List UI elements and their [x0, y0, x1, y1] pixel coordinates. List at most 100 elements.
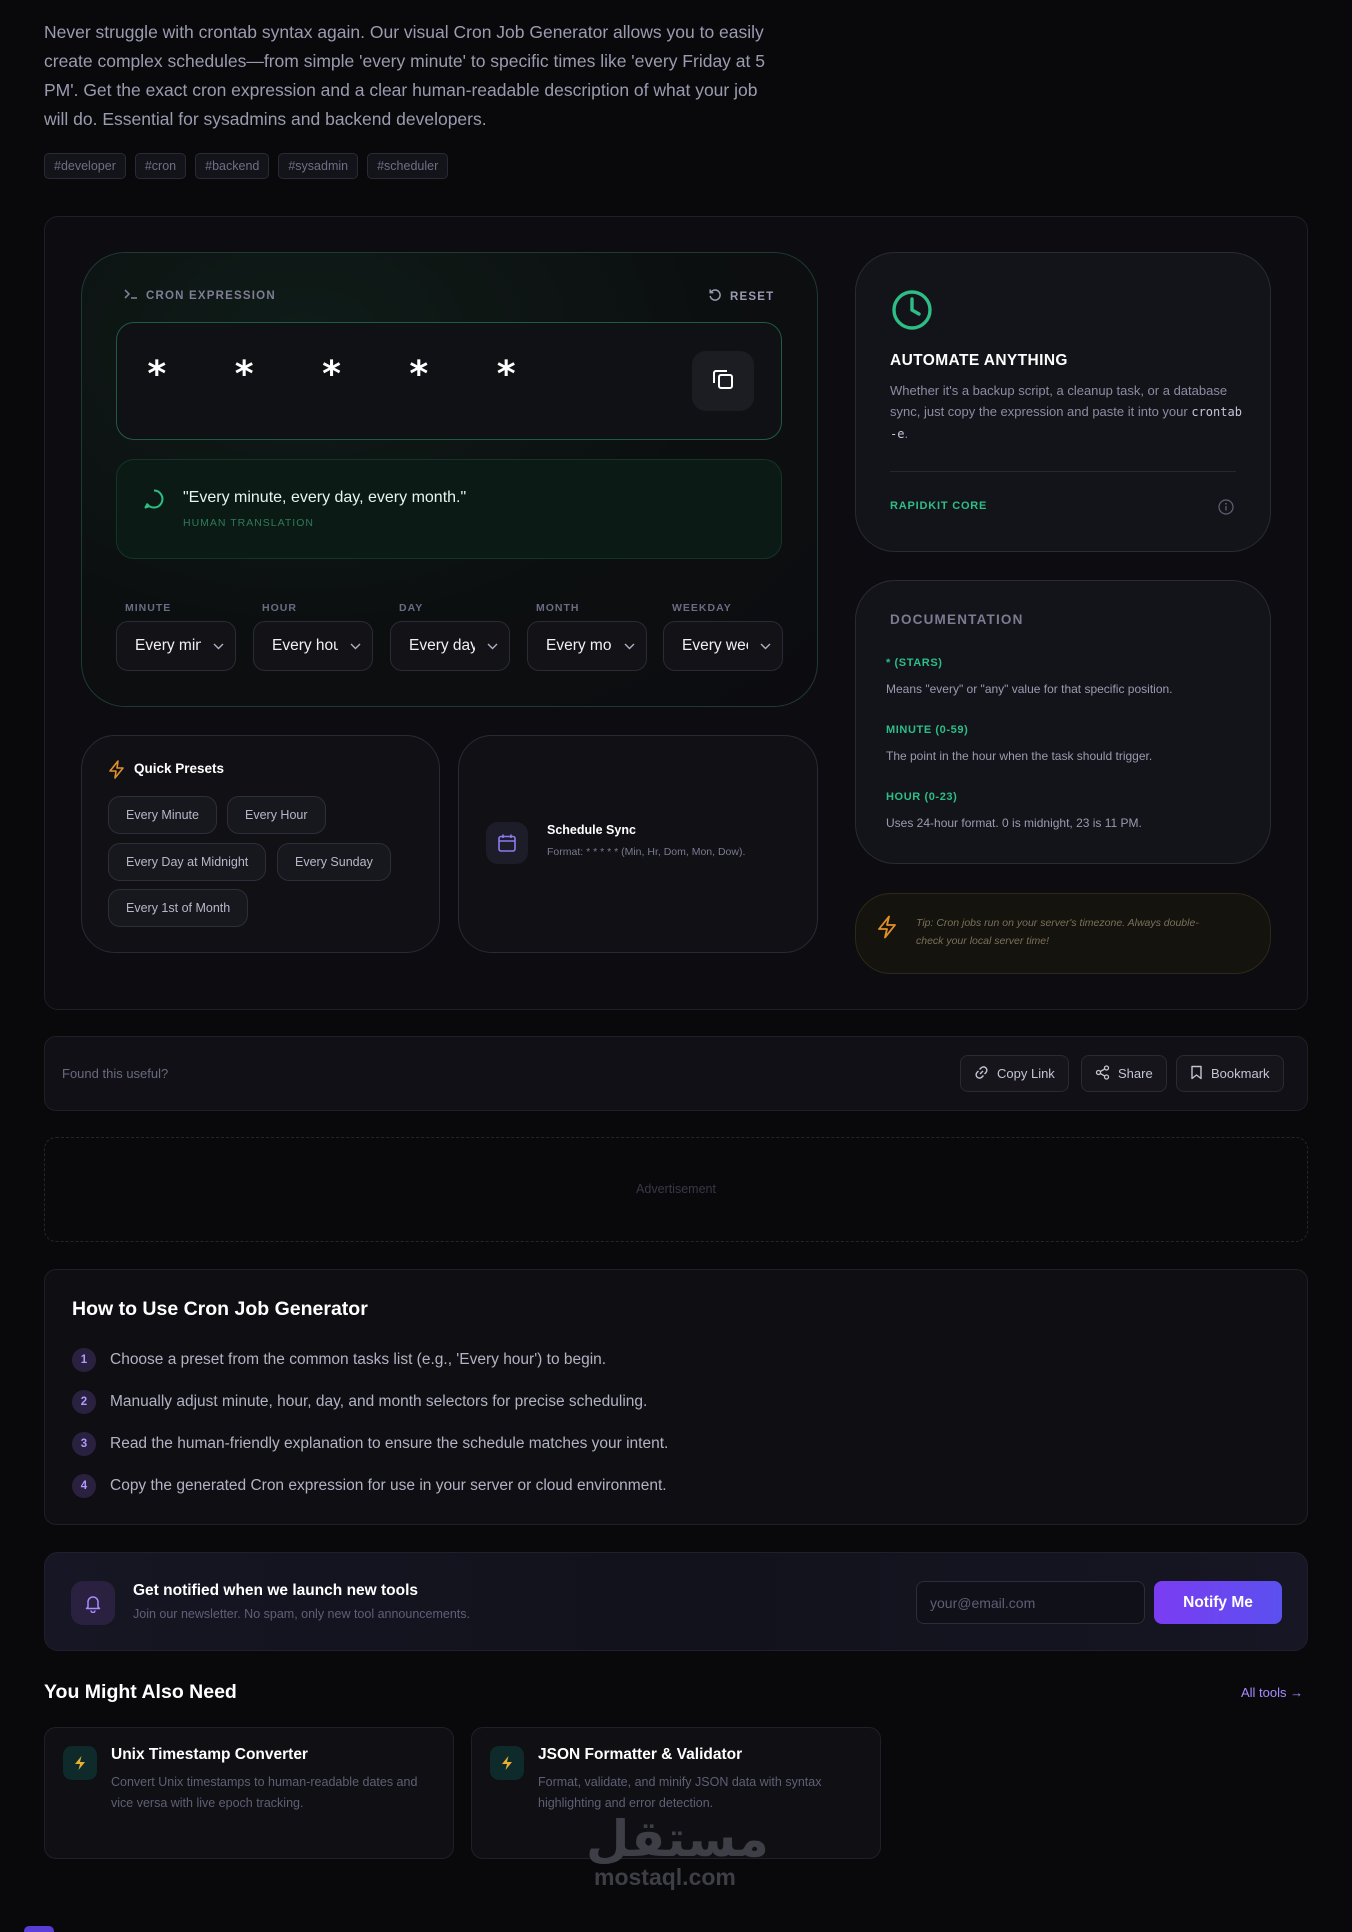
related-tools-title: You Might Also Need: [44, 1681, 237, 1703]
chevron-down-icon: [760, 637, 771, 655]
preset-every-minute[interactable]: Every Minute: [108, 796, 217, 834]
step-number: 1: [72, 1348, 96, 1372]
schedule-sync-format: Format: * * * * * (Min, Hr, Dom, Mon, Do…: [547, 846, 746, 858]
terminal-icon: [124, 288, 138, 303]
divider: [890, 471, 1236, 472]
tag-developer[interactable]: #developer: [44, 153, 126, 179]
watermark-logo: مستقل: [586, 1811, 769, 1867]
copy-icon: [710, 366, 736, 397]
chevron-down-icon: [487, 637, 498, 655]
how-to-step: 3 Read the human-friendly explanation to…: [72, 1432, 668, 1456]
step-text: Copy the generated Cron expression for u…: [110, 1477, 667, 1494]
weekday-label: WEEKDAY: [672, 602, 732, 614]
hour-select[interactable]: Every hour: [253, 621, 373, 671]
chevron-down-icon: [624, 637, 635, 655]
preset-every-1st-month[interactable]: Every 1st of Month: [108, 889, 249, 927]
share-label: Share: [1118, 1066, 1153, 1081]
how-to-step: 2 Manually adjust minute, hour, day, and…: [72, 1390, 647, 1414]
minute-label: MINUTE: [125, 602, 172, 614]
hour-select-value: Every hour: [272, 637, 338, 654]
reset-button[interactable]: RESET: [708, 288, 774, 305]
bookmark-icon: [1190, 1065, 1203, 1083]
related-tool-name: JSON Formatter & Validator: [538, 1746, 743, 1763]
tag-cron[interactable]: #cron: [134, 153, 187, 179]
related-tool-description: Format, validate, and minify JSON data w…: [538, 1775, 822, 1810]
scroll-indicator: [24, 1926, 54, 1932]
copy-expression-button[interactable]: [692, 351, 754, 411]
share-icon: [1095, 1064, 1110, 1083]
tag-backend[interactable]: #backend: [195, 153, 270, 179]
share-button[interactable]: Share: [1081, 1055, 1167, 1092]
step-number: 2: [72, 1390, 96, 1414]
weekday-select[interactable]: Every weekday: [663, 621, 783, 671]
rapidkit-core-label: RAPIDKIT CORE: [890, 500, 988, 512]
copy-link-label: Copy Link: [997, 1066, 1055, 1081]
automate-title: AUTOMATE ANYTHING: [890, 352, 1068, 369]
doc-minute-heading: MINUTE (0-59): [886, 724, 969, 736]
tag-list: #developer #cron #backend #sysadmin #sch…: [44, 153, 449, 179]
reset-label: RESET: [730, 290, 775, 303]
month-select-value: Every month: [546, 637, 612, 654]
advertisement-label: Advertisement: [636, 1182, 716, 1196]
tag-sysadmin[interactable]: #sysadmin: [278, 153, 359, 179]
human-translation-panel: [116, 459, 782, 559]
tip-text: Tip: Cron jobs run on your server's time…: [916, 917, 1199, 947]
day-select-value: Every day: [409, 637, 475, 654]
quick-presets-title: Quick Presets: [134, 761, 225, 776]
bookmark-button[interactable]: Bookmark: [1176, 1055, 1284, 1092]
related-tool-description: Convert Unix timestamps to human-readabl…: [111, 1775, 418, 1810]
how-to-title: How to Use Cron Job Generator: [72, 1298, 368, 1320]
calendar-icon: [486, 822, 528, 864]
doc-minute-text: The point in the hour when the task shou…: [886, 749, 1153, 763]
month-select[interactable]: Every month: [527, 621, 647, 671]
how-to-step: 4 Copy the generated Cron expression for…: [72, 1474, 667, 1498]
doc-hour-heading: HOUR (0-23): [886, 791, 958, 803]
copy-link-button[interactable]: Copy Link: [960, 1055, 1069, 1092]
human-translation-text: "Every minute, every day, every month.": [183, 489, 467, 506]
day-label: DAY: [399, 602, 424, 614]
lightning-icon: [108, 760, 125, 784]
info-icon[interactable]: [1218, 499, 1234, 520]
day-select[interactable]: Every day: [390, 621, 510, 671]
lightning-icon: [63, 1746, 97, 1780]
chat-bubble-icon: [142, 487, 166, 516]
preset-every-day-midnight[interactable]: Every Day at Midnight: [108, 843, 267, 881]
preset-every-hour[interactable]: Every Hour: [227, 796, 326, 834]
link-icon: [974, 1065, 989, 1083]
cron-expression-header: CRON EXPRESSION: [124, 288, 276, 303]
bell-icon: [71, 1581, 115, 1625]
step-text: Manually adjust minute, hour, day, and m…: [110, 1393, 648, 1410]
email-field[interactable]: [916, 1581, 1145, 1624]
step-number: 4: [72, 1474, 96, 1498]
doc-stars-text: Means "every" or "any" value for that sp…: [886, 682, 1173, 696]
preset-every-sunday[interactable]: Every Sunday: [277, 843, 391, 881]
month-label: MONTH: [536, 602, 580, 614]
hour-label: HOUR: [262, 602, 297, 614]
how-to-step: 1 Choose a preset from the common tasks …: [72, 1348, 606, 1372]
cron-expression-value[interactable]: * * * * *: [146, 354, 539, 395]
doc-hour-text: Uses 24-hour format. 0 is midnight, 23 i…: [886, 816, 1142, 830]
step-text: Choose a preset from the common tasks li…: [110, 1351, 607, 1368]
feedback-question: Found this useful?: [62, 1066, 169, 1081]
lightning-icon: [876, 915, 898, 944]
bookmark-label: Bookmark: [1211, 1066, 1270, 1081]
automate-description: Whether it's a backup script, a cleanup …: [890, 383, 1242, 441]
step-number: 3: [72, 1432, 96, 1456]
tag-scheduler[interactable]: #scheduler: [367, 153, 449, 179]
minute-select[interactable]: Every minute: [116, 621, 236, 671]
step-text: Read the human-friendly explanation to e…: [110, 1435, 669, 1452]
notify-me-button[interactable]: Notify Me: [1154, 1581, 1282, 1624]
chevron-down-icon: [350, 637, 361, 655]
doc-stars-heading: * (STARS): [886, 657, 943, 669]
intro-description: Never struggle with crontab syntax again…: [44, 22, 765, 129]
lightning-icon: [490, 1746, 524, 1780]
watermark-text: mostaql.com: [594, 1864, 736, 1890]
reset-icon: [708, 288, 722, 305]
weekday-select-value: Every weekday: [682, 637, 748, 654]
schedule-sync-title: Schedule Sync: [547, 823, 636, 837]
clock-icon: [890, 288, 934, 337]
all-tools-link[interactable]: All tools →: [1241, 1685, 1303, 1700]
newsletter-subtitle: Join our newsletter. No spam, only new t…: [133, 1607, 470, 1621]
chevron-down-icon: [213, 637, 224, 655]
documentation-title: DOCUMENTATION: [890, 612, 1024, 627]
